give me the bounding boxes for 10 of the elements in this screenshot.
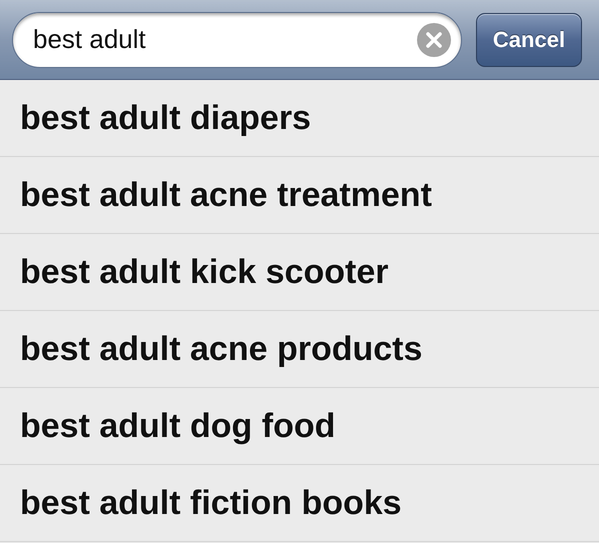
suggestion-item[interactable]: best adult acne products xyxy=(20,330,422,368)
suggestion-item[interactable]: best adult dog food xyxy=(20,406,336,446)
suggestion-item[interactable]: best adult kick scooter xyxy=(20,252,388,292)
cancel-button[interactable]: Cancel xyxy=(476,12,582,66)
search-field[interactable]: best adult xyxy=(12,12,462,68)
suggestion-item[interactable]: best adult fiction books xyxy=(20,484,402,522)
search-input[interactable]: best adult xyxy=(33,24,417,55)
suggestion-item[interactable]: best adult diapers xyxy=(20,98,311,138)
clear-icon[interactable] xyxy=(417,22,451,56)
suggestion-item[interactable]: best adult acne treatment xyxy=(20,176,432,214)
